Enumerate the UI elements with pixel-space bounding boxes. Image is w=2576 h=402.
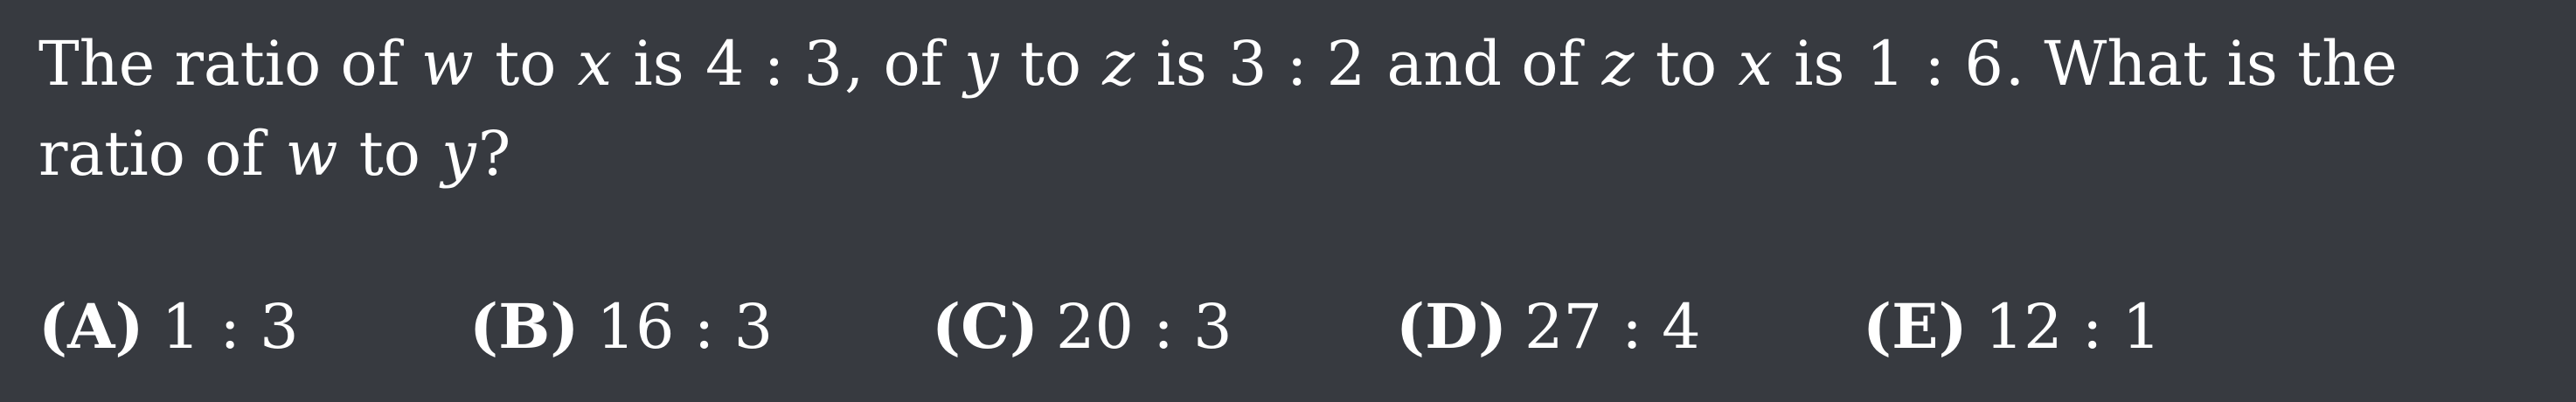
variable-x: x [577, 28, 613, 100]
variable-z: z [1601, 28, 1635, 100]
choice-letter: (D) [1396, 290, 1507, 363]
choice-e: (E) 12 : 1 [1863, 281, 2161, 372]
question-text-part: is [1794, 28, 1845, 100]
ratio-y-z: 3 : 2 [1228, 28, 1366, 100]
question-text-part: , of [844, 28, 943, 100]
ratio-z-x: 1 : 6 [1865, 28, 2003, 100]
choice-value: 27 : 4 [1524, 291, 1701, 363]
question-text-part: ? [477, 118, 511, 190]
choice-b: (B) 16 : 3 [469, 281, 773, 372]
variable-w: w [420, 28, 474, 100]
choice-a: (A) 1 : 3 [38, 281, 299, 372]
question-text-part: to [1019, 28, 1082, 100]
variable-y: y [963, 28, 999, 100]
choice-value: 16 : 3 [596, 291, 774, 363]
variable-y: y [441, 118, 476, 190]
variable-x: x [1738, 28, 1773, 100]
question-text-part: is [1156, 28, 1207, 100]
choice-letter: (B) [469, 290, 580, 363]
choice-letter: (C) [932, 290, 1038, 363]
question-text: The ratio of w to x is 4 : 3, of y to z … [38, 19, 2556, 199]
question-text-part: The ratio of [38, 28, 400, 100]
question-text-part: and of [1386, 28, 1581, 100]
choice-letter: (E) [1863, 290, 1968, 363]
choice-value: 12 : 1 [1984, 291, 2162, 363]
choice-letter: (A) [38, 290, 144, 363]
question-text-part: to [358, 118, 420, 190]
variable-w: w [285, 118, 338, 190]
choice-value: 20 : 3 [1055, 291, 1232, 363]
variable-z: z [1102, 28, 1135, 100]
choice-value: 1 : 3 [161, 291, 299, 363]
ratio-w-x: 4 : 3 [705, 28, 844, 100]
question-text-part: is [633, 28, 684, 100]
question-text-part: to [1655, 28, 1718, 100]
question-text-part: to [495, 28, 557, 100]
choice-d: (D) 27 : 4 [1396, 281, 1701, 372]
choice-c: (C) 20 : 3 [932, 281, 1232, 372]
